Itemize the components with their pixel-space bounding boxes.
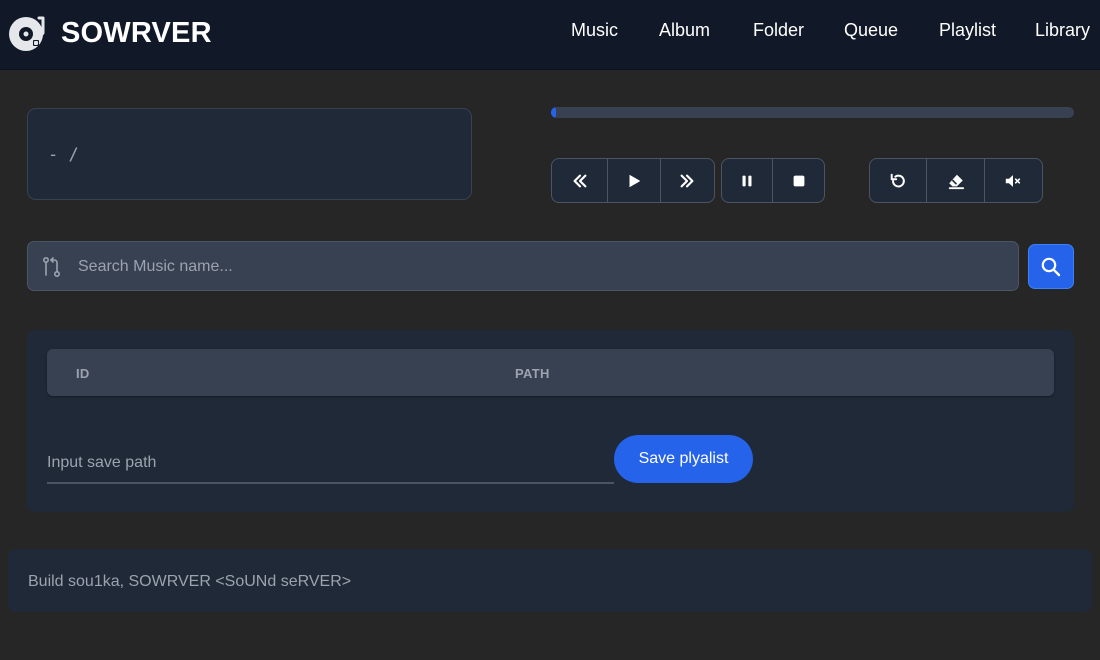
playback-progress-bar[interactable] — [551, 107, 1074, 118]
nav-item-music[interactable]: Music — [571, 20, 618, 41]
mute-icon — [1006, 174, 1021, 187]
fast-forward-icon — [680, 174, 694, 187]
now-playing-text: - / — [48, 145, 79, 165]
turntable-icon — [9, 16, 45, 51]
navbar: SOWRVER Music Album Folder Queue Playlis… — [0, 0, 1100, 70]
column-header-id: ID — [76, 366, 90, 381]
nav-item-folder[interactable]: Folder — [753, 20, 804, 41]
save-playlist-button[interactable]: Save plyalist — [614, 435, 753, 483]
app-title: SOWRVER — [61, 16, 212, 49]
footer-text: Build sou1ka, SOWRVER <SoUNd seRVER> — [28, 573, 352, 590]
play-icon — [629, 174, 641, 187]
playback-controls — [721, 158, 825, 203]
play-button[interactable] — [608, 159, 661, 202]
table-header: ID PATH — [47, 349, 1054, 396]
nav-item-queue[interactable]: Queue — [844, 20, 898, 41]
nav-item-library[interactable]: Library — [1035, 20, 1090, 41]
queue-controls — [869, 158, 1043, 203]
column-header-path: PATH — [515, 366, 550, 381]
brand[interactable]: SOWRVER — [8, 13, 212, 53]
mute-button[interactable] — [985, 159, 1042, 202]
stop-button[interactable] — [773, 159, 824, 202]
git-compare-icon — [42, 256, 61, 278]
nav-item-playlist[interactable]: Playlist — [939, 20, 996, 41]
fast-forward-button[interactable] — [661, 159, 714, 202]
save-path-input[interactable] — [47, 444, 614, 484]
clear-queue-button[interactable] — [927, 159, 985, 202]
stop-icon — [793, 175, 804, 186]
nav-item-album[interactable]: Album — [659, 20, 710, 41]
transport-controls — [551, 158, 715, 203]
rewind-button[interactable] — [552, 159, 609, 202]
footer: Build sou1ka, SOWRVER <SoUNd seRVER> — [8, 549, 1092, 612]
progress-fill — [551, 107, 557, 118]
playlist-panel: ID PATH Save plyalist — [27, 330, 1074, 512]
search-button[interactable] — [1028, 244, 1074, 289]
search-icon — [1041, 257, 1061, 276]
eraser-icon — [948, 174, 964, 189]
pause-button[interactable] — [722, 159, 774, 202]
rewind-icon — [573, 174, 587, 187]
pause-icon — [742, 175, 752, 186]
now-playing-card: - / — [27, 108, 472, 200]
repeat-button[interactable] — [870, 159, 928, 202]
repeat-icon — [890, 173, 905, 187]
search-input[interactable] — [76, 242, 1010, 292]
search-bar — [27, 241, 1019, 292]
